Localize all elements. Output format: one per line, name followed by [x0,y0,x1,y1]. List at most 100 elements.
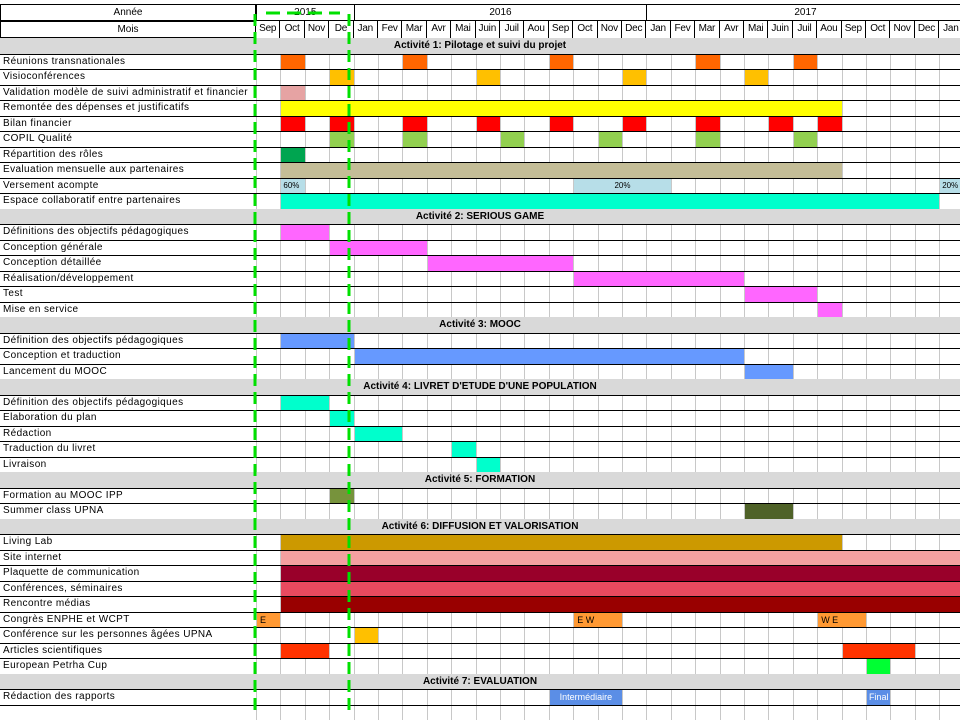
task-row: Rédaction [0,426,960,441]
task-label: Répartition des rôles [3,148,104,160]
month-cell: Jan [646,21,671,38]
task-row: Traduction du livret [0,441,960,457]
month-cell: Juin [476,21,500,38]
task-row: Plaquette de communication [0,565,960,581]
section-header: Activité 3: MOOC [0,317,960,333]
task-bar [281,54,305,69]
task-bar [281,333,354,348]
task-bar [793,132,818,147]
task-label: Réunions transnationales [3,55,126,67]
task-label: Espace collaboratif entre partenaires [3,195,181,206]
task-bar [403,116,427,131]
task-label: Mise en service [3,303,79,315]
month-cell: Nov [598,21,622,38]
month-cell: Nov [890,21,915,38]
task-bar: Intermédiaire [549,690,622,705]
month-cell: Aou [524,21,549,38]
task-row: Définition des objectifs pédagogiques [0,333,960,348]
section-title: Activité 4: LIVRET D'ETUDE D'UNE POPULAT… [363,381,597,392]
month-cell: Jan [939,21,960,38]
task-label: Congrès ENPHE et WCPT [3,613,130,625]
task-bar [354,349,744,364]
month-cell: Oct [280,21,305,38]
task-bar [281,643,330,658]
section-title: Activité 7: EVALUATION [422,675,538,687]
task-bar: E [257,612,281,627]
task-bar [281,597,960,612]
task-bar [427,256,574,271]
task-bar [281,101,842,116]
task-bar [281,550,960,565]
task-label: Validation modèle de suivi administratif… [3,86,249,98]
month-cell: Juin [768,21,793,38]
task-label: Test [3,288,23,299]
task-row: European Petrha Cup [0,658,960,674]
task-row: Conception détaillée [0,255,960,271]
task-bar [330,116,354,131]
task-bar [696,116,720,131]
task-label: Lancement du MOOC [3,365,108,377]
month-cell: Nov [305,21,330,38]
month-cell: Mai [451,21,476,38]
task-row: Bilan financier [0,116,960,131]
task-label: Livraison [3,458,47,470]
section-title: Activité 2: SERIOUS GAME [415,210,545,222]
month-cell: Oct [573,21,598,38]
task-label: Conception générale [3,241,103,253]
task-row: Remontée des dépenses et justificatifs [0,100,960,116]
task-row: Livraison [0,457,960,472]
month-header-label: Mois [0,21,256,38]
task-row: Lancement du MOOC [0,364,960,379]
task-bar: Final [867,690,891,705]
task-bar [745,504,793,519]
task-bar [745,287,818,302]
month-cell: Fev [671,21,696,38]
task-bar [330,240,427,255]
task-label: Versement acompte [3,179,99,191]
task-bar: 20% [574,178,671,193]
task-bar [745,364,793,379]
row-divider [0,704,960,706]
section-header: Activité 2: SERIOUS GAME [0,208,960,224]
task-label: Rédaction [3,427,52,439]
task-row: Living Lab [0,534,960,550]
month-cell: Sep [842,21,866,38]
task-label: Définition des objectifs pédagogiques [3,334,184,346]
month-cell: Sep [549,21,574,38]
month-cell: Avr [427,21,452,38]
month-cell: Sep [256,21,281,38]
task-bar [549,54,574,69]
task-bar [281,566,960,581]
task-bar [842,643,915,658]
task-row: Site internet [0,550,960,565]
section-header: Activité 6: DIFFUSION ET VALORISATION [0,518,960,534]
month-cell: Dec [915,21,940,38]
month-cell: Dec [622,21,647,38]
task-label: Bilan financier [3,117,72,129]
task-bar [330,488,354,503]
task-label: Définitions des objectifs pédagogiques [3,226,189,237]
task-label: Conception et traduction [3,350,122,361]
task-bar [330,411,354,426]
task-label: Conférences, séminaires [3,582,123,594]
task-label: Rédaction des rapports [3,691,116,702]
year-cell-2015: 2015 [256,4,355,21]
section-title: Activité 3: MOOC [439,319,521,330]
task-bar [476,70,500,85]
bar-label: W E [821,614,839,625]
section-header: Activité 7: EVALUATION [0,673,960,689]
task-row: Validation modèle de suivi administratif… [0,85,960,100]
task-bar [281,535,842,550]
section-header: Activité 5: FORMATION [0,472,960,488]
month-cell: Mar [695,21,720,38]
task-row: Mise en service [0,302,960,317]
bar-label: Intermédiaire [559,692,613,702]
task-row: Elaboration du plan [0,410,960,426]
year-header-label: Année [0,4,256,21]
task-bar [623,116,647,131]
task-bar: 20% [940,178,960,193]
month-cell: Juil [793,21,818,38]
task-row: Formation au MOOC IPP [0,488,960,503]
task-row: Congrès ENPHE et WCPT E E W W E [0,612,960,627]
task-label: European Petrha Cup [3,660,108,671]
